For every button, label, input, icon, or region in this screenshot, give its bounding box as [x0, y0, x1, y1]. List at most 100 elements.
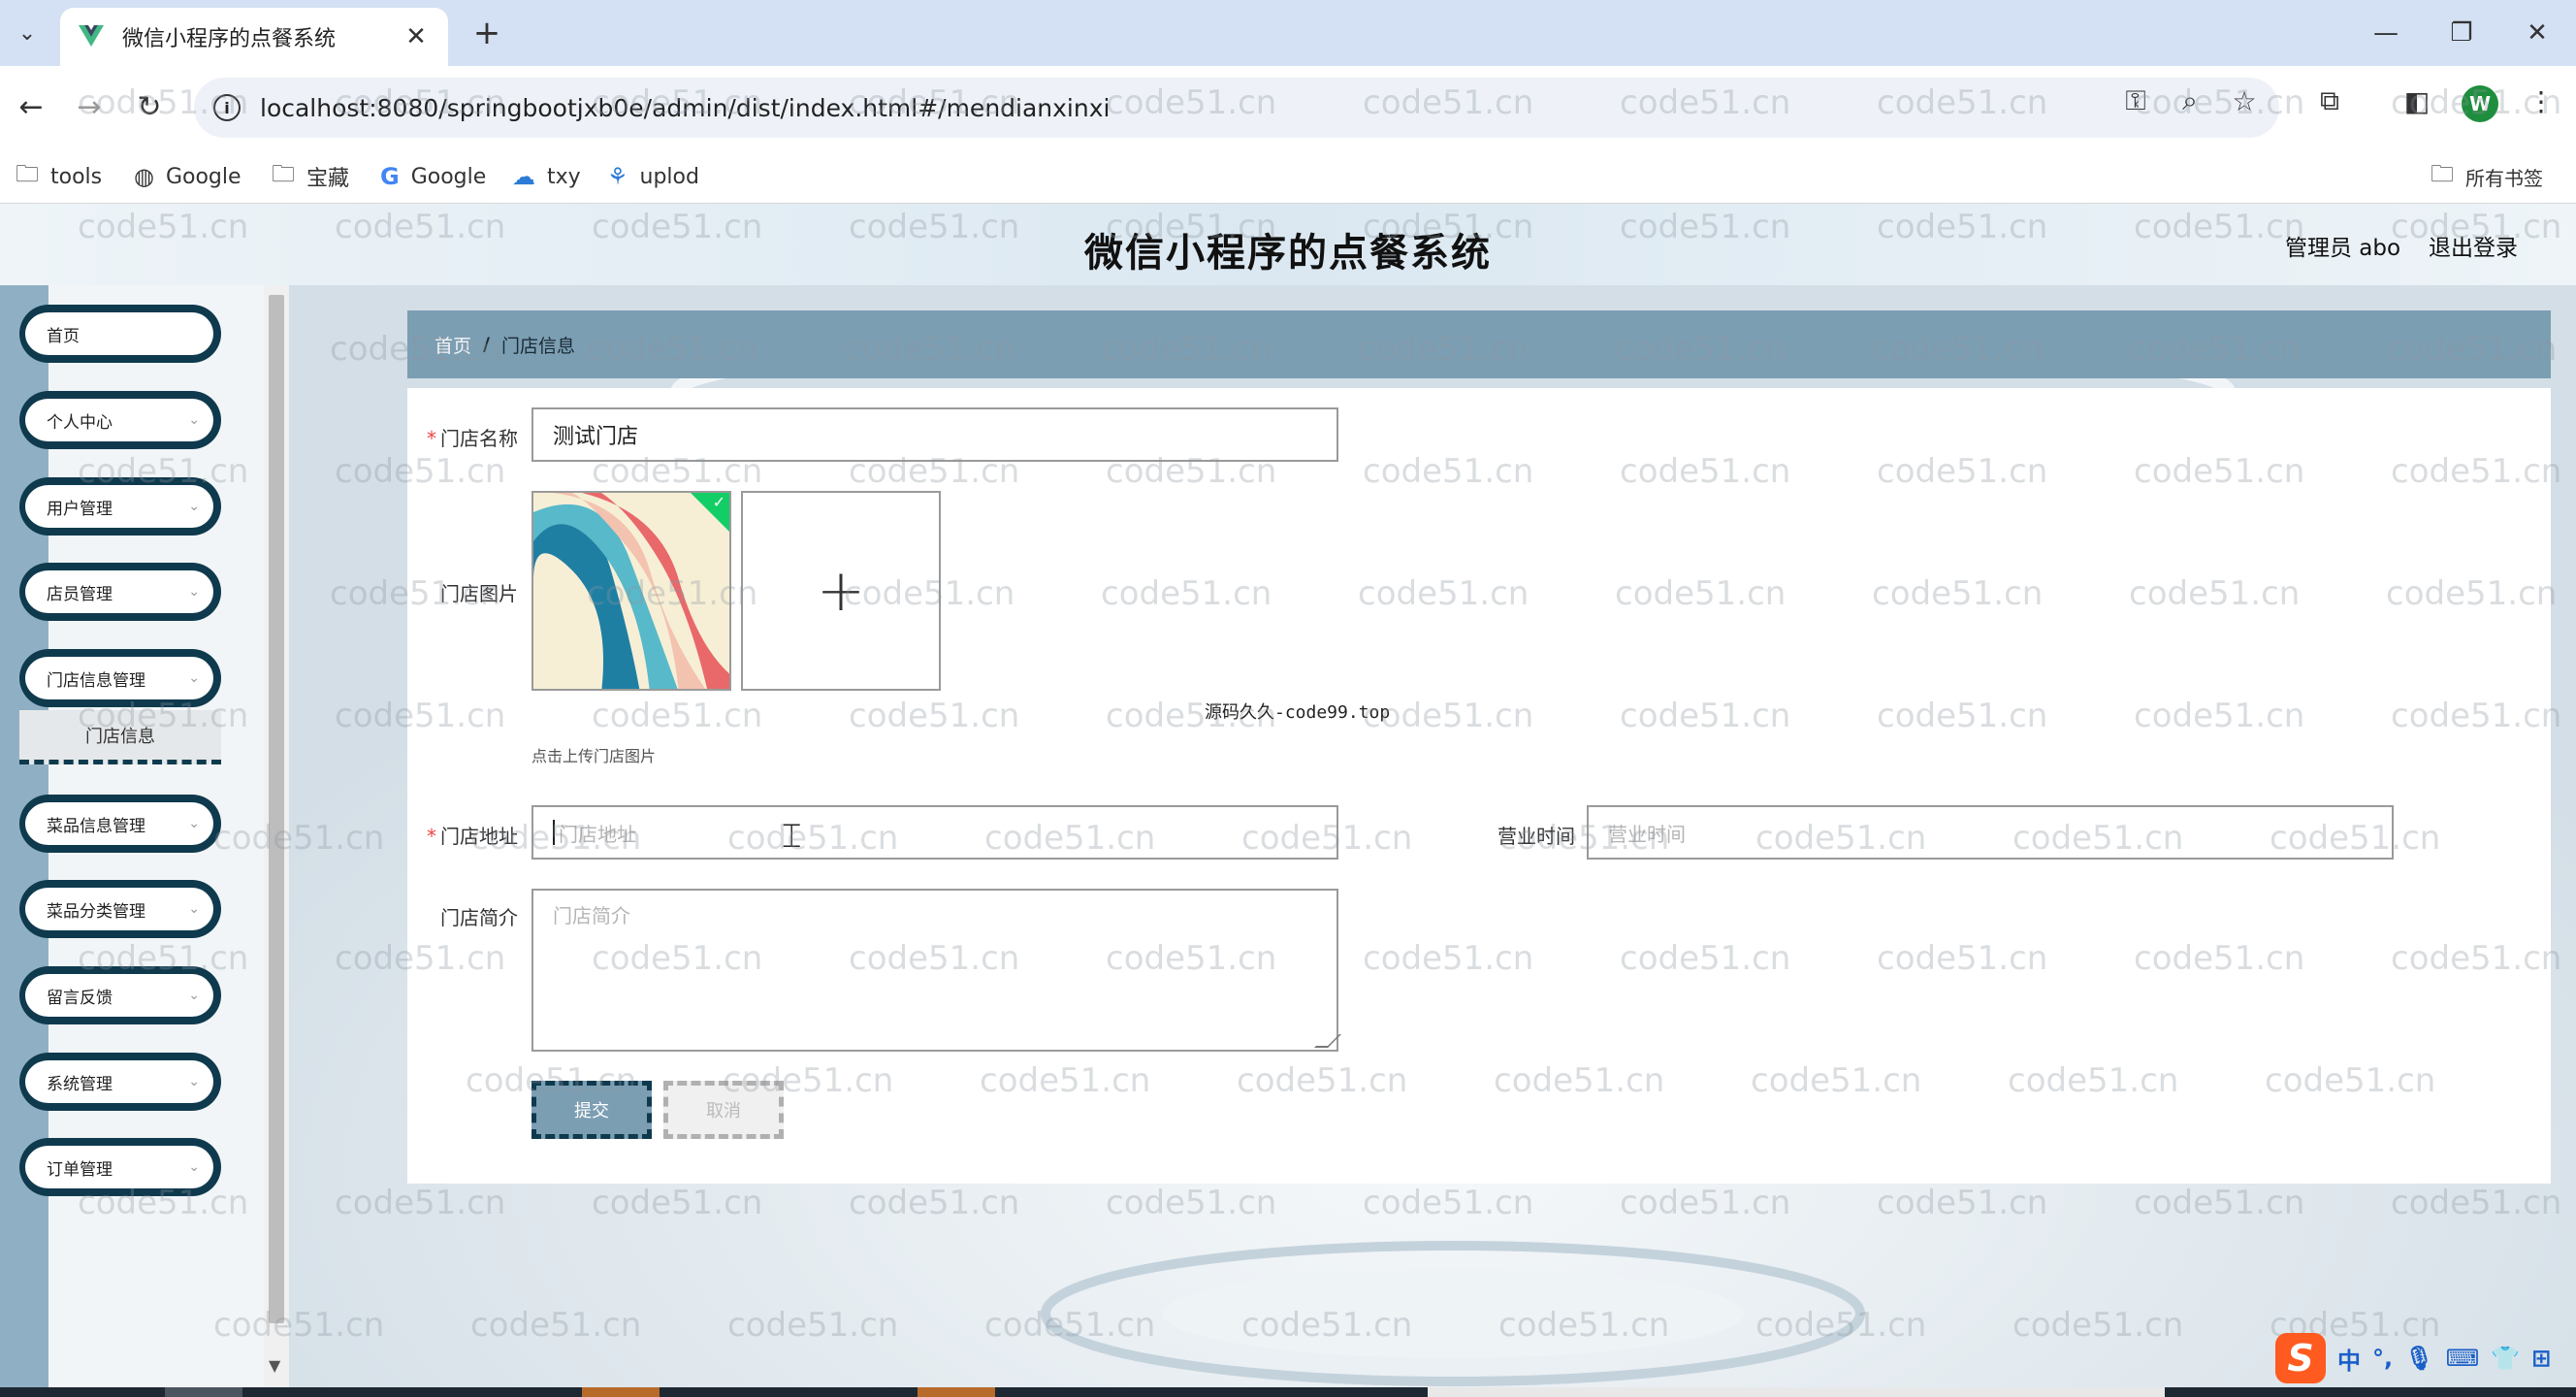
- reload-icon[interactable]: ↻: [128, 85, 171, 128]
- text-caret: [553, 820, 555, 845]
- chevron-down-icon: ⌄: [188, 499, 200, 514]
- bookmark-tools[interactable]: 🗀 tools: [16, 160, 103, 192]
- intro-placeholder: 门店简介: [553, 904, 630, 927]
- menu-label: 系统管理: [47, 1074, 113, 1094]
- back-arrow-icon[interactable]: ←: [10, 85, 52, 128]
- store-image-label: 门店图片: [440, 582, 518, 605]
- sidebar-item-system[interactable]: 系统管理 ⌄: [19, 1053, 221, 1111]
- bookmark-google-2[interactable]: G Google: [380, 161, 486, 192]
- sidebar-item-orders[interactable]: 订单管理 ⌄: [19, 1138, 221, 1196]
- bookmark-txy[interactable]: ☁ txy: [512, 161, 581, 192]
- bookmark-label: 宝藏: [306, 167, 350, 191]
- store-intro-textarea[interactable]: 门店简介: [531, 889, 1341, 1052]
- chevron-down-icon: ⌄: [188, 412, 200, 428]
- microphone-icon[interactable]: 🎙: [2404, 1345, 2433, 1372]
- chevron-down-icon: ⌄: [188, 670, 200, 686]
- bookmark-label: Google: [410, 164, 487, 189]
- breadcrumb-current: 门店信息: [500, 335, 575, 357]
- app-header: 微信小程序的点餐系统 管理员 abo 退出登录: [0, 204, 2576, 285]
- sidebar-item-users[interactable]: 用户管理 ⌄: [19, 477, 221, 536]
- keyboard-icon[interactable]: ⌨: [2446, 1345, 2480, 1372]
- breadcrumb-home[interactable]: 首页: [435, 332, 471, 358]
- app-icon: ⚘: [607, 163, 628, 190]
- sidebar-item-feedback[interactable]: 留言反馈 ⌄: [19, 966, 221, 1024]
- minimize-icon[interactable]: —: [2359, 12, 2413, 54]
- grid-menu-icon[interactable]: ⊞: [2531, 1345, 2551, 1372]
- address-bar[interactable]: i localhost:8080/springbootjxb0e/admin/d…: [194, 78, 2279, 138]
- side-panel-icon[interactable]: ◧: [2399, 83, 2434, 118]
- sidebar-scroll-thumb[interactable]: [269, 295, 284, 1323]
- store-image-thumbnail[interactable]: ✓: [531, 491, 731, 691]
- taskbar-segment: [918, 1387, 995, 1397]
- bookmarks-bar: 🗀 tools ◍ Google 🗀 宝藏 G Google ☁ txy ⚘ uplod 🗀…: [0, 149, 2576, 204]
- overlay-note: 源码久久-code99.top: [1205, 702, 1391, 723]
- browser-tab-active[interactable]: 微信小程序的点餐系统 ✕: [60, 8, 448, 66]
- cancel-button[interactable]: 取消: [663, 1081, 784, 1139]
- app-title: 微信小程序的点餐系统: [1084, 231, 1492, 276]
- sidebar-scrollbar[interactable]: ▼: [264, 285, 289, 1387]
- ime-language[interactable]: 中: [2337, 1342, 2361, 1376]
- sidebar-item-profile[interactable]: 个人中心 ⌄: [19, 391, 221, 449]
- close-window-icon[interactable]: ✕: [2510, 12, 2564, 54]
- plus-icon: +: [816, 557, 866, 625]
- menu-label: 菜品信息管理: [47, 816, 145, 836]
- store-name-label: * 门店名称: [427, 427, 518, 450]
- globe-icon: ◍: [134, 163, 154, 190]
- zoom-icon[interactable]: ⌕: [2173, 83, 2207, 118]
- password-key-icon[interactable]: ⚿: [2118, 83, 2153, 118]
- browser-tab-bar: ⌄ 微信小程序的点餐系统 ✕ + — ❐ ✕: [0, 0, 2576, 66]
- extensions-puzzle-icon[interactable]: ⧉: [2312, 83, 2347, 118]
- menu-label: 留言反馈: [47, 988, 113, 1008]
- hours-placeholder: 营业时间: [1608, 822, 1686, 846]
- store-name-input[interactable]: 测试门店: [531, 407, 1338, 462]
- taskbar-strip: [0, 1387, 2576, 1397]
- bookmark-baozang[interactable]: 🗀 宝藏: [272, 160, 350, 192]
- sogou-ime-logo-icon[interactable]: S: [2275, 1333, 2326, 1383]
- submenu-store-info[interactable]: 门店信息: [19, 710, 221, 764]
- all-bookmarks[interactable]: 🗀 所有书签: [2431, 160, 2543, 192]
- upload-hint: 点击上传门店图片: [531, 747, 657, 765]
- profile-avatar[interactable]: W: [2462, 85, 2498, 122]
- sidebar-item-dish-categories[interactable]: 菜品分类管理 ⌄: [19, 880, 221, 938]
- menu-label: 门店信息管理: [47, 670, 145, 691]
- url-text[interactable]: localhost:8080/springbootjxb0e/admin/dis…: [260, 94, 1110, 122]
- sidebar-item-home[interactable]: 首页: [19, 305, 221, 363]
- breadcrumb-separator: /: [483, 334, 490, 355]
- tab-search-chevron-icon[interactable]: ⌄: [8, 14, 47, 52]
- ime-toolbar: S 中 °, 🎙 ⌨ 👕 ⊞: [2275, 1329, 2551, 1387]
- ime-punctuation[interactable]: °,: [2372, 1345, 2393, 1372]
- browser-menu-kebab-icon[interactable]: ⋮: [2524, 83, 2559, 118]
- bookmark-star-icon[interactable]: ☆: [2227, 83, 2262, 118]
- folder-icon: 🗀: [272, 159, 295, 187]
- submit-button[interactable]: 提交: [531, 1081, 652, 1139]
- store-address-label: * 门店地址: [427, 825, 518, 848]
- chevron-down-icon: ⌄: [188, 584, 200, 600]
- chevron-down-icon: ⌄: [188, 988, 200, 1003]
- bookmark-label: tools: [50, 164, 103, 189]
- tab-close-icon[interactable]: ✕: [402, 22, 431, 51]
- taskbar-segment: [582, 1387, 660, 1397]
- sidebar-item-store-info[interactable]: 门店信息管理 ⌄: [19, 649, 221, 707]
- new-tab-plus-icon[interactable]: +: [467, 14, 506, 52]
- business-hours-input[interactable]: 营业时间: [1587, 805, 2394, 860]
- bookmark-uplod[interactable]: ⚘ uplod: [607, 161, 699, 192]
- all-bookmarks-label: 所有书签: [2465, 166, 2543, 190]
- menu-label: 首页: [47, 326, 80, 346]
- logout-link[interactable]: 退出登录: [2429, 229, 2518, 262]
- google-icon: G: [380, 163, 400, 190]
- chevron-down-icon: ⌄: [188, 901, 200, 917]
- scroll-down-arrow-icon[interactable]: ▼: [269, 1356, 280, 1375]
- image-upload-button[interactable]: +: [741, 491, 941, 691]
- bookmark-google[interactable]: ◍ Google: [134, 161, 242, 192]
- folder-icon: 🗀: [16, 159, 39, 187]
- taskbar-segment: [165, 1387, 242, 1397]
- sidebar-item-staff[interactable]: 店员管理 ⌄: [19, 563, 221, 621]
- store-address-input[interactable]: 门店地址: [531, 805, 1338, 860]
- resize-grip-icon[interactable]: [1314, 1034, 1341, 1048]
- chevron-down-icon: ⌄: [188, 1159, 200, 1175]
- forward-arrow-icon[interactable]: →: [68, 85, 111, 128]
- site-info-icon[interactable]: i: [213, 94, 241, 121]
- skin-shirt-icon[interactable]: 👕: [2491, 1345, 2520, 1372]
- restore-icon[interactable]: ❐: [2434, 12, 2489, 54]
- sidebar-item-dishes[interactable]: 菜品信息管理 ⌄: [19, 795, 221, 853]
